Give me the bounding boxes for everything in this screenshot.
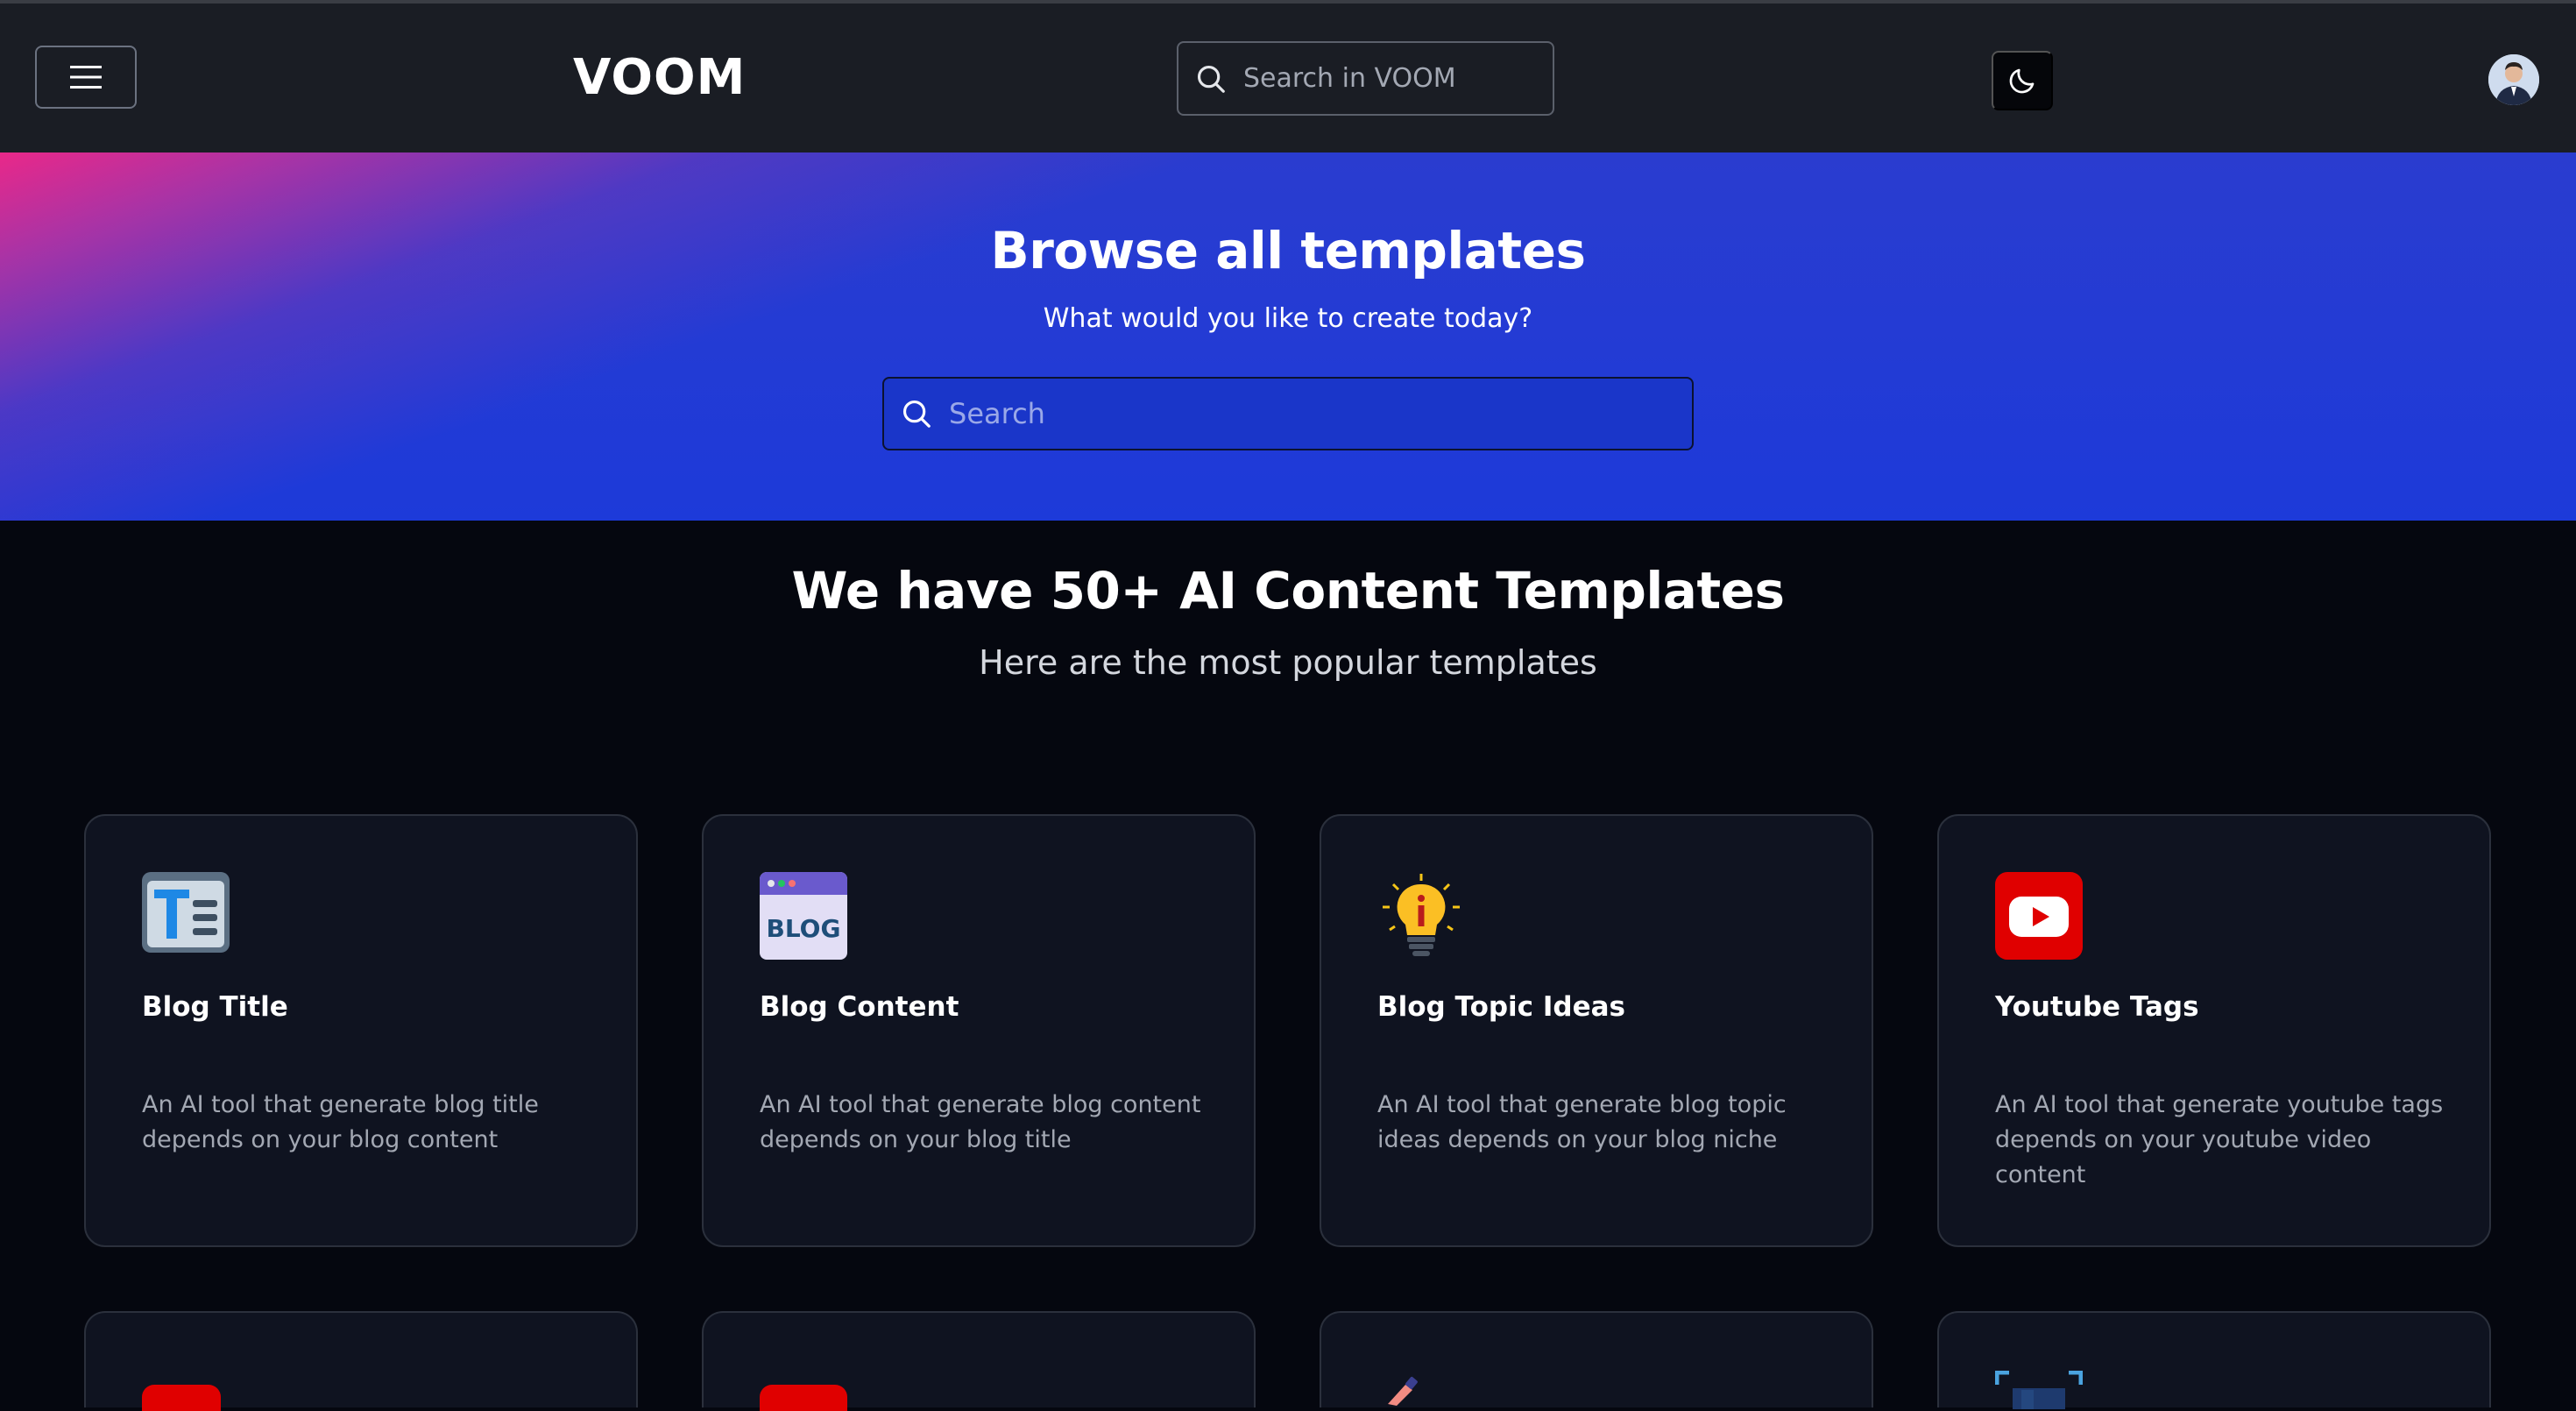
menu-toggle-button[interactable] [35, 46, 137, 109]
lightbulb-icon [1377, 872, 1465, 960]
template-card-youtube-tags[interactable]: Youtube Tags An AI tool that generate yo… [1937, 814, 2491, 1247]
dark-mode-toggle-button[interactable] [1992, 51, 2053, 110]
template-card-title: Blog Topic Ideas [1377, 991, 1625, 1023]
templates-section-subtitle: Here are the most popular templates [979, 643, 1597, 682]
youtube-icon [760, 1385, 847, 1411]
template-card-description: An AI tool that generate blog content de… [760, 1091, 1201, 1153]
top-navbar: VOOM [0, 4, 2576, 152]
scan-frame-icon [1995, 1371, 2083, 1409]
pen-icon [1388, 1377, 1418, 1406]
hamburger-menu-icon [70, 66, 102, 89]
template-card-blog-topic-ideas[interactable]: Blog Topic Ideas An AI tool that generat… [1320, 814, 1873, 1247]
hero-banner: Browse all templates What would you like… [0, 152, 2576, 521]
template-card-title: Youtube Tags [1995, 991, 2199, 1023]
template-card-title: Blog Content [760, 991, 959, 1023]
header-search-input[interactable] [1243, 63, 1541, 94]
user-avatar[interactable] [2488, 54, 2539, 105]
template-card-description: An AI tool that generate blog title depe… [142, 1091, 539, 1153]
template-card-blog-content[interactable]: BLOG Blog Content An AI tool that genera… [702, 814, 1256, 1247]
search-icon [902, 400, 931, 428]
moon-icon [2009, 68, 2035, 94]
search-icon [1197, 65, 1225, 93]
header-search-box[interactable] [1177, 41, 1554, 116]
blog-window-icon: BLOG [760, 872, 847, 960]
hero-subtitle: What would you like to create today? [1043, 303, 1533, 334]
template-card[interactable] [702, 1311, 1256, 1411]
template-card[interactable] [1937, 1311, 2491, 1409]
template-card[interactable] [1320, 1311, 1873, 1407]
template-card-title: Blog Title [142, 991, 288, 1023]
template-card-description: An AI tool that generate youtube tags de… [1995, 1091, 2444, 1188]
svg-text:BLOG: BLOG [767, 914, 841, 943]
template-search-box[interactable] [882, 377, 1694, 450]
templates-section-title: We have 50+ AI Content Templates [791, 561, 1785, 620]
red-app-icon [142, 1385, 221, 1411]
hero-title: Browse all templates [990, 221, 1586, 280]
youtube-icon [1995, 872, 2083, 960]
voom-logo[interactable]: VOOM [573, 47, 746, 109]
template-card-blog-title[interactable]: Blog Title An AI tool that generate blog… [84, 814, 638, 1247]
template-card[interactable] [84, 1311, 638, 1411]
template-card-description: An AI tool that generate blog topic idea… [1377, 1091, 1787, 1153]
template-search-input[interactable] [949, 397, 1650, 430]
user-photo-icon [2488, 54, 2539, 105]
text-title-icon [142, 872, 230, 960]
